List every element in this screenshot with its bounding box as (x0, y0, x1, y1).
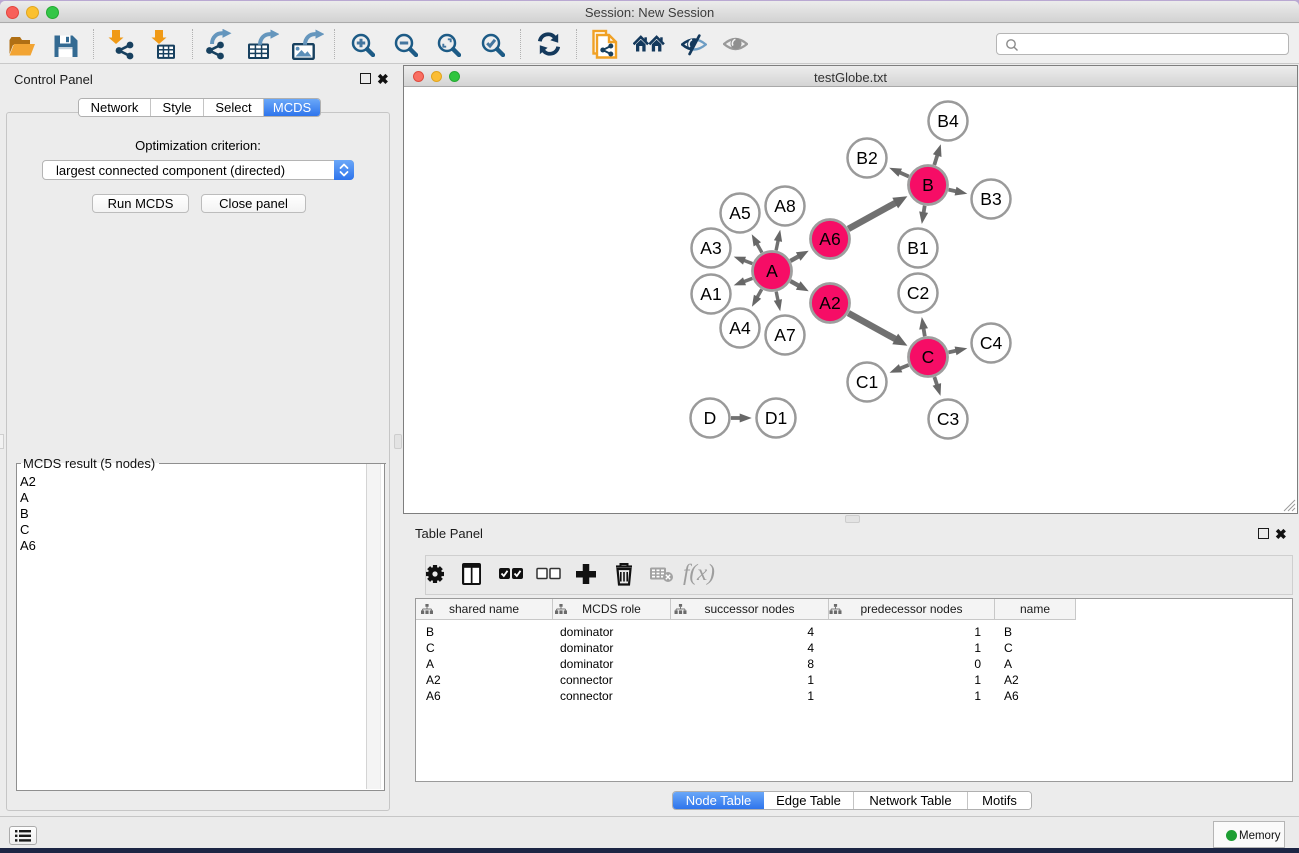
svg-text:A3: A3 (700, 238, 721, 258)
svg-text:C1: C1 (856, 372, 878, 392)
svg-text:A: A (766, 261, 778, 281)
svg-text:A5: A5 (729, 203, 750, 223)
svg-text:B1: B1 (907, 238, 928, 258)
svg-text:A4: A4 (729, 318, 751, 338)
svg-text:A1: A1 (700, 284, 721, 304)
svg-text:D1: D1 (765, 408, 787, 428)
svg-text:A7: A7 (774, 325, 795, 345)
svg-text:C3: C3 (937, 409, 959, 429)
svg-text:A6: A6 (819, 229, 840, 249)
svg-text:A2: A2 (819, 293, 840, 313)
svg-text:B: B (922, 175, 934, 195)
svg-text:C4: C4 (980, 333, 1003, 353)
svg-text:B3: B3 (980, 189, 1001, 209)
svg-text:C2: C2 (907, 283, 929, 303)
svg-text:C: C (922, 347, 935, 367)
svg-text:B4: B4 (937, 111, 959, 131)
svg-text:A8: A8 (774, 196, 795, 216)
svg-text:D: D (704, 408, 717, 428)
svg-text:B2: B2 (856, 148, 877, 168)
